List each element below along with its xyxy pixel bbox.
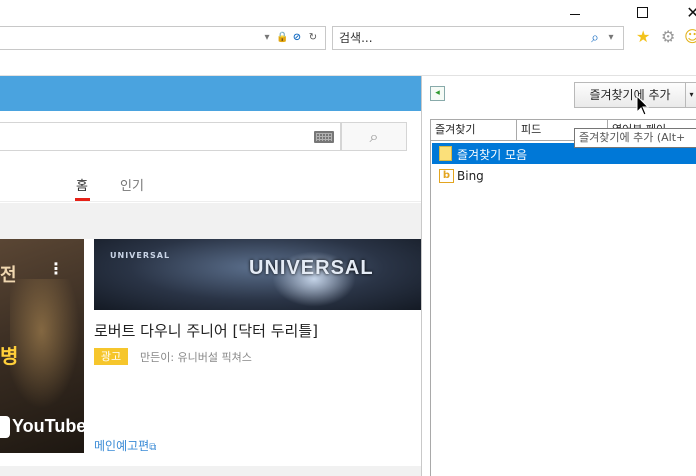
- ad-channel: 만든이: 유니버설 픽쳐스: [140, 351, 252, 364]
- favorites-pane: ◂ 즐겨찾기에 추가 ▾ 즐겨찾기 피드 열어본 페이 즐겨찾기 모음 b Bi…: [422, 76, 696, 476]
- tab-popular[interactable]: 인기: [120, 175, 144, 194]
- favorites-list-border: [430, 141, 431, 476]
- search-icon: ⌕: [369, 126, 379, 146]
- tooltip: 즐겨찾기에 추가 (Alt+: [574, 128, 696, 148]
- favorites-star-icon[interactable]: ★: [636, 28, 650, 46]
- minimize-button[interactable]: [552, 0, 598, 24]
- ad-badge: 광고: [94, 348, 128, 365]
- tab-home[interactable]: 홈: [76, 175, 88, 194]
- folder-icon: [439, 146, 452, 161]
- external-link-icon: ⧉: [149, 442, 157, 453]
- section-divider: [0, 466, 421, 476]
- ad-title[interactable]: 로버트 다우니 주니어 [닥터 두리틀]: [94, 320, 318, 341]
- list-item-label: Bing: [457, 169, 484, 183]
- youtube-search-button[interactable]: ⌕: [341, 122, 407, 151]
- close-icon: ✕: [686, 2, 696, 22]
- active-tab-indicator: [75, 198, 90, 201]
- address-bar[interactable]: ▾ 🔒 ⊘ ↻: [0, 26, 326, 50]
- thumbnail-highlight: [10, 279, 80, 409]
- more-menu-icon[interactable]: ⋮: [48, 261, 64, 277]
- list-item[interactable]: b Bing: [432, 166, 696, 187]
- close-button[interactable]: ✕: [670, 0, 696, 24]
- ad-thumbnail-brand: UNIVERSAL: [249, 257, 374, 279]
- lock-icon[interactable]: 🔒: [276, 32, 288, 44]
- tab-favorites[interactable]: 즐겨찾기: [430, 119, 517, 141]
- youtube-logo-icon: [0, 416, 10, 438]
- address-dropdown-icon[interactable]: ▾: [261, 32, 273, 44]
- thumbnail-overlay-text: 전: [0, 265, 17, 286]
- search-dropdown-icon[interactable]: ▾: [605, 32, 617, 44]
- web-page: ⌕ 홈 인기 전 병 ⋮ YouTube UNIVERSAL UNIVERSAL…: [0, 76, 421, 476]
- search-box[interactable]: ⌕ ▾: [332, 26, 624, 50]
- ad-link[interactable]: 메인예고편⧉: [94, 437, 156, 454]
- refresh-icon[interactable]: ↻: [307, 32, 319, 44]
- gear-icon[interactable]: ⚙: [661, 28, 675, 46]
- youtube-header: [0, 76, 421, 111]
- bing-icon: b: [439, 169, 454, 183]
- keyboard-icon[interactable]: [314, 131, 334, 143]
- ad-link-label: 메인예고편: [94, 439, 150, 453]
- youtube-search-input[interactable]: [0, 122, 341, 151]
- search-icon[interactable]: ⌕: [589, 31, 601, 45]
- ad-thumbnail-small-logo: UNIVERSAL: [110, 251, 171, 260]
- smiley-icon[interactable]: ☺: [684, 28, 696, 46]
- pin-arrow-icon: ◂: [435, 88, 440, 98]
- add-to-favorites-button[interactable]: 즐겨찾기에 추가: [574, 82, 686, 108]
- mouse-cursor-icon: [636, 95, 650, 116]
- tracking-blocked-icon[interactable]: ⊘: [291, 32, 303, 44]
- list-item-label: 즐겨찾기 모음: [457, 148, 528, 162]
- title-bar: ✕: [0, 0, 696, 24]
- youtube-logo-text: YouTube: [12, 416, 84, 436]
- add-to-favorites-dropdown[interactable]: ▾: [686, 82, 696, 108]
- video-thumbnail[interactable]: 전 병 ⋮ YouTube: [0, 239, 84, 453]
- tab-strip: [0, 54, 696, 76]
- maximize-button[interactable]: [619, 0, 665, 24]
- navigation-row: ▾ 🔒 ⊘ ↻ ⌕ ▾ ★ ⚙ ☺: [0, 24, 696, 54]
- youtube-tabs: 홈 인기: [0, 162, 421, 202]
- thumbnail-overlay-text: 병: [0, 344, 19, 368]
- search-input[interactable]: [339, 30, 579, 46]
- pin-favorites-button[interactable]: ◂: [430, 86, 445, 101]
- section-divider: [0, 203, 421, 239]
- ad-thumbnail[interactable]: UNIVERSAL UNIVERSAL: [94, 239, 421, 310]
- chevron-down-icon: ▾: [689, 90, 694, 99]
